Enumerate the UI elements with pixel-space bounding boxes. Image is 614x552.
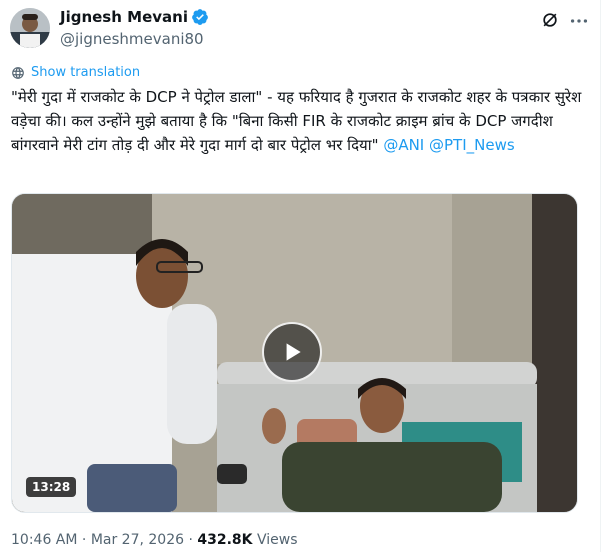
grok-icon[interactable] — [540, 10, 560, 30]
display-name-text[interactable]: Jignesh Mevani — [60, 7, 188, 27]
tweet-card: Jignesh Mevani @jigneshmevani80 Show tra… — [0, 0, 601, 552]
meta-separator: · — [81, 532, 87, 548]
play-button[interactable] — [262, 322, 322, 382]
tweet-time[interactable]: 10:46 AM — [11, 532, 77, 548]
views-count: 432.8K — [197, 532, 253, 548]
more-options-icon[interactable] — [568, 10, 590, 32]
verified-badge-icon — [192, 9, 208, 25]
mention-link[interactable]: @ANI — [383, 136, 424, 154]
avatar[interactable] — [10, 8, 50, 48]
play-icon — [286, 343, 301, 361]
tweet-meta: 10:46 AM · Mar 27, 2026 · 432.8K Views — [11, 530, 298, 550]
handle[interactable]: @jigneshmevani80 — [60, 29, 209, 49]
video-player[interactable]: 13:28 — [11, 193, 578, 513]
video-duration: 13:28 — [26, 477, 77, 497]
tweet-header: Jignesh Mevani @jigneshmevani80 — [10, 6, 590, 54]
show-translation-link[interactable]: Show translation — [11, 65, 140, 80]
tweet-date[interactable]: Mar 27, 2026 — [91, 532, 184, 548]
tweet-text: "मेरी गुदा में राजकोट के DCP ने पेट्रोल … — [11, 85, 586, 157]
mention-link[interactable]: @PTI_News — [429, 136, 515, 154]
views-label: Views — [256, 532, 298, 548]
meta-separator: · — [188, 532, 193, 548]
show-translation-label[interactable]: Show translation — [31, 65, 140, 80]
display-name[interactable]: Jignesh Mevani — [60, 7, 209, 27]
translate-icon — [12, 66, 24, 79]
